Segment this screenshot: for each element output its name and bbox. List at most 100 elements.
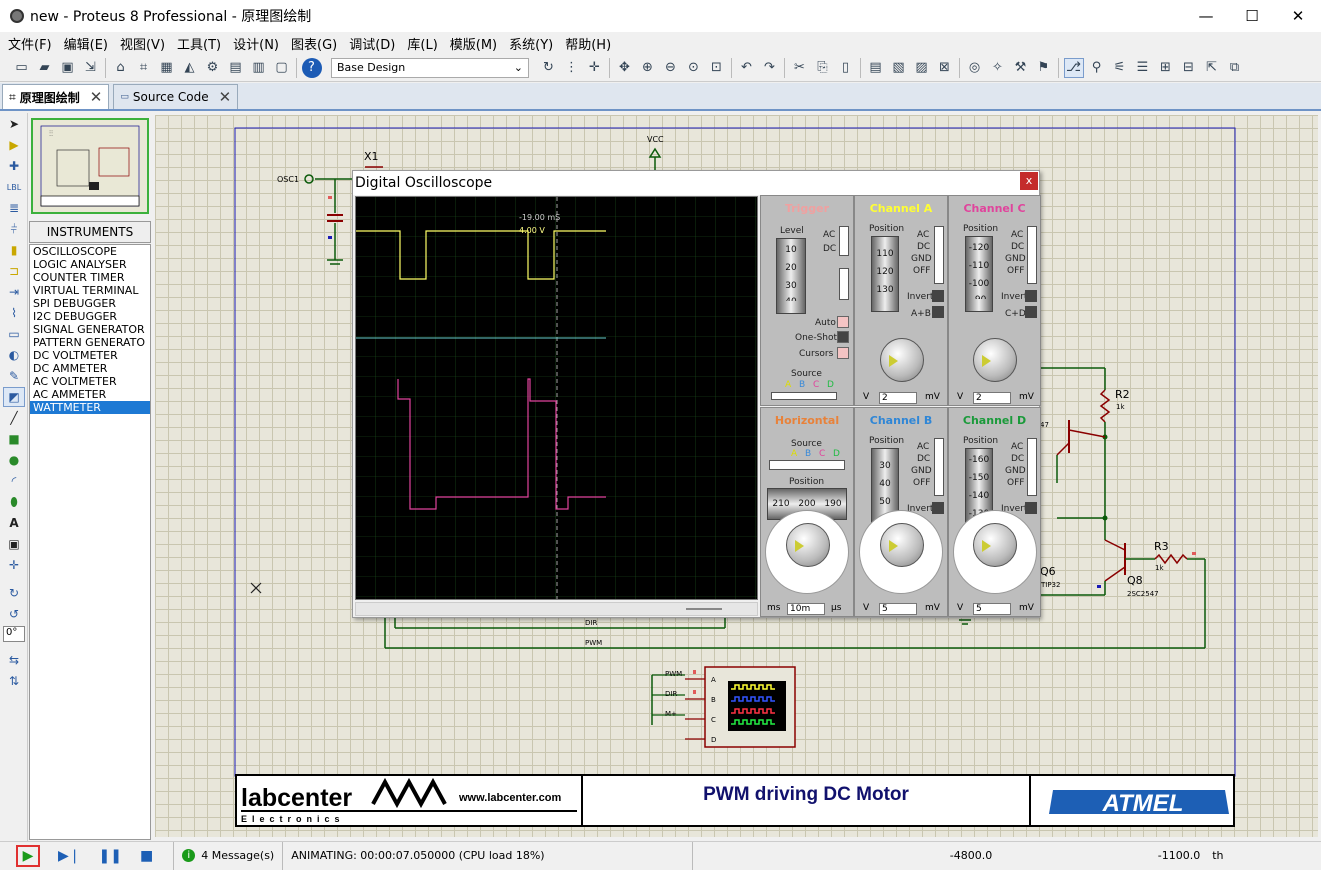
menu-help[interactable]: 帮助(H) xyxy=(559,34,617,53)
import-icon[interactable]: ⇲ xyxy=(81,58,101,78)
step-button[interactable]: ▶❘ xyxy=(58,842,81,870)
channel-b-volts-knob[interactable] xyxy=(880,523,924,567)
schematic-icon[interactable]: ⌗ xyxy=(134,58,154,78)
menu-view[interactable]: 视图(V) xyxy=(114,34,171,53)
voltage-probe-icon[interactable]: ✎ xyxy=(3,366,25,386)
subcircuit-icon[interactable]: ▮ xyxy=(3,240,25,260)
zoom-out-icon[interactable]: ⊖ xyxy=(661,58,681,78)
trigger-auto-button[interactable] xyxy=(837,316,849,328)
channel-d-coupling-switch[interactable] xyxy=(1027,438,1037,496)
horizontal-source-slider[interactable] xyxy=(769,460,845,470)
channel-c-invert-button[interactable] xyxy=(1025,290,1037,302)
messages-area[interactable]: i 4 Message(s) xyxy=(173,841,274,870)
instrument-item[interactable]: DC AMMETER xyxy=(30,362,150,375)
text-script-icon[interactable]: ≣ xyxy=(3,198,25,218)
design-select[interactable]: Base Design ⌄ xyxy=(331,57,529,78)
trigger-one-shot-button[interactable] xyxy=(837,331,849,343)
remove-sheet-icon[interactable]: ⊟ xyxy=(1179,58,1199,78)
marker-icon[interactable]: ✛ xyxy=(3,555,25,575)
channel-c-coupling-switch[interactable] xyxy=(1027,226,1037,284)
terminals-icon[interactable]: ⊐ xyxy=(3,261,25,281)
channel-c-value-field[interactable]: 2 xyxy=(973,392,1011,404)
generator-icon[interactable]: ◐ xyxy=(3,345,25,365)
cut-icon[interactable]: ✂ xyxy=(790,58,810,78)
instrument-item[interactable]: SPI DEBUGGER xyxy=(30,297,150,310)
device-pins-icon[interactable]: ⇥ xyxy=(3,282,25,302)
menu-template[interactable]: 模版(M) xyxy=(444,34,503,53)
notes-icon[interactable]: ▢ xyxy=(272,58,292,78)
channel-d-value-field[interactable]: 5 xyxy=(973,603,1011,615)
zoom-in-icon[interactable]: ⊕ xyxy=(638,58,658,78)
design-explorer-icon[interactable]: ☰ xyxy=(1133,58,1153,78)
scope-screen[interactable]: -19.00 mS 4.00 V xyxy=(355,196,758,600)
text-icon[interactable]: A xyxy=(3,513,25,533)
grid-icon[interactable]: ⋮ xyxy=(562,58,582,78)
line-icon[interactable]: ╱ xyxy=(3,408,25,428)
instrument-item[interactable]: PATTERN GENERATO xyxy=(30,336,150,349)
menu-graph[interactable]: 图表(G) xyxy=(285,34,343,53)
channel-a-volts-knob[interactable] xyxy=(880,338,924,382)
instrument-item[interactable]: AC AMMETER xyxy=(30,388,150,401)
channel-a-value-field[interactable]: 2 xyxy=(879,392,917,404)
close-icon[interactable]: ✕ xyxy=(90,88,103,106)
buses-icon[interactable]: ⫩ xyxy=(3,219,25,239)
rotation-angle-field[interactable]: 0° xyxy=(3,626,25,642)
stop-button[interactable]: ■ xyxy=(140,842,153,870)
instrument-item[interactable]: VIRTUAL TERMINAL xyxy=(30,284,150,297)
oscilloscope-window[interactable]: Digital Oscilloscope x -19.00 mS 4.00 V … xyxy=(352,170,1041,618)
pick-device-icon[interactable]: ◎ xyxy=(965,58,985,78)
block-move-icon[interactable]: ▧ xyxy=(889,58,909,78)
tape-recorder-icon[interactable]: ▭ xyxy=(3,324,25,344)
origin-icon[interactable]: ✛ xyxy=(585,58,605,78)
netlist-icon[interactable]: ⧉ xyxy=(1225,58,1245,78)
box-icon[interactable]: ■ xyxy=(3,429,25,449)
channel-c-position-drum[interactable]: -120 -110 -100 -90 xyxy=(965,236,993,312)
trigger-edge-switch[interactable] xyxy=(839,268,849,300)
property-tool-icon[interactable]: ⚟ xyxy=(1110,58,1130,78)
scrollbar-thumb[interactable] xyxy=(686,608,722,610)
menu-design[interactable]: 设计(N) xyxy=(227,34,285,53)
copy-icon[interactable]: ⎘ xyxy=(813,58,833,78)
timebase-knob[interactable] xyxy=(786,523,830,567)
channel-a-coupling-switch[interactable] xyxy=(934,226,944,284)
trigger-coupling-switch[interactable] xyxy=(839,226,849,256)
undo-icon[interactable]: ↶ xyxy=(737,58,757,78)
channel-d-volts-knob[interactable] xyxy=(973,523,1017,567)
menu-debug[interactable]: 调试(D) xyxy=(343,34,401,53)
arc-icon[interactable]: ◜ xyxy=(3,471,25,491)
block-delete-icon[interactable]: ⊠ xyxy=(935,58,955,78)
menu-edit[interactable]: 编辑(E) xyxy=(58,34,114,53)
home-icon[interactable]: ⌂ xyxy=(111,58,131,78)
paste-icon[interactable]: ▯ xyxy=(836,58,856,78)
open-folder-icon[interactable]: ▰ xyxy=(35,58,55,78)
pause-button[interactable]: ❚❚ xyxy=(99,842,122,870)
tab-schematic[interactable]: ⌗ 原理图绘制 ✕ xyxy=(2,84,110,109)
virtual-instruments-icon[interactable]: ◩ xyxy=(3,387,25,407)
oscilloscope-close-button[interactable]: x xyxy=(1020,172,1038,190)
mirror-horizontal-icon[interactable]: ⇆ xyxy=(3,650,25,670)
junction-dot-icon[interactable]: ✚ xyxy=(3,156,25,176)
new-sheet-icon[interactable]: ⊞ xyxy=(1156,58,1176,78)
overview-window[interactable]: ⫶⫶ xyxy=(31,118,149,214)
tab-source-code[interactable]: ▭ Source Code ✕ xyxy=(113,84,239,109)
trigger-source-slider[interactable] xyxy=(771,392,837,400)
timebase-value-field[interactable]: 10m xyxy=(787,603,825,615)
instrument-item[interactable]: AC VOLTMETER xyxy=(30,375,150,388)
minimize-button[interactable]: — xyxy=(1183,0,1229,32)
channel-c-cd-button[interactable] xyxy=(1025,306,1037,318)
menu-system[interactable]: 系统(Y) xyxy=(503,34,559,53)
help-icon[interactable]: ? xyxy=(301,57,322,78)
closed-path-icon[interactable]: ⬮ xyxy=(3,492,25,512)
pan-icon[interactable]: ✥ xyxy=(615,58,635,78)
graph-icon[interactable]: ⌇ xyxy=(3,303,25,323)
menu-file[interactable]: 文件(F) xyxy=(2,34,58,53)
instrument-item[interactable]: I2C DEBUGGER xyxy=(30,310,150,323)
block-copy-icon[interactable]: ▤ xyxy=(866,58,886,78)
instrument-item[interactable]: DC VOLTMETER xyxy=(30,349,150,362)
channel-b-value-field[interactable]: 5 xyxy=(879,603,917,615)
channel-d-invert-button[interactable] xyxy=(1025,502,1037,514)
channel-b-coupling-switch[interactable] xyxy=(934,438,944,496)
refresh-icon[interactable]: ↻ xyxy=(539,58,559,78)
wire-autorouter-icon[interactable]: ⎇ xyxy=(1063,57,1084,78)
make-device-icon[interactable]: ✧ xyxy=(988,58,1008,78)
